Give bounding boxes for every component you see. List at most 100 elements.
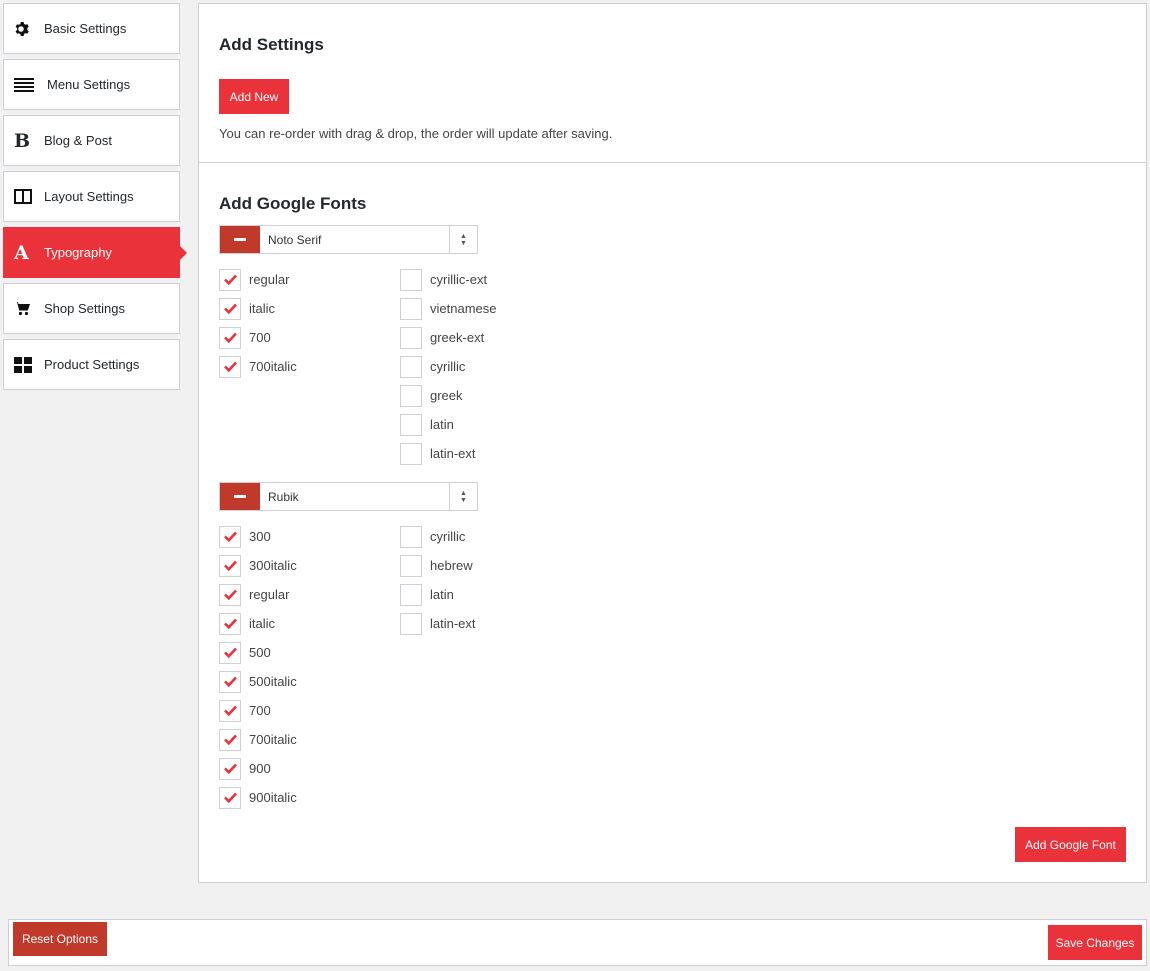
variant-option: 700 (219, 696, 297, 725)
variants-column: 300 300italic regular italic 500 500italic 700… (219, 522, 297, 812)
checkmark-icon (223, 274, 237, 285)
checkmark-icon (223, 734, 237, 745)
checkbox[interactable] (219, 297, 241, 320)
checkbox-label: regular (249, 587, 290, 602)
checkbox-label: cyrillic (430, 359, 466, 374)
minus-icon (234, 495, 246, 498)
settings-sidebar: Basic Settings Menu Settings B Blog & Po… (3, 3, 187, 395)
variant-option: 900 (219, 754, 297, 783)
select-arrows-icon: ▲ ▼ (449, 483, 477, 510)
checkbox-label: 700italic (249, 732, 297, 747)
checkbox[interactable] (219, 699, 241, 722)
font-header: Rubik ▲ ▼ (219, 482, 478, 511)
checkbox[interactable] (219, 670, 241, 693)
variant-option: 500italic (219, 667, 297, 696)
sidebar-item-blog-post[interactable]: B Blog & Post (3, 115, 180, 166)
typography-panel: Add Settings Add New You can re-order wi… (198, 3, 1147, 883)
reorder-hint: You can re-order with drag & drop, the o… (219, 126, 613, 141)
checkbox[interactable] (400, 413, 422, 436)
checkbox[interactable] (400, 442, 422, 465)
checkbox-label: vietnamese (430, 301, 497, 316)
variants-column: regular italic 700 700italic (219, 265, 297, 381)
google-font-item: Rubik ▲ ▼ 300 300italic regular italic 500 500… (219, 482, 479, 809)
subset-option: hebrew (400, 551, 476, 580)
variant-option: 700 (219, 323, 297, 352)
options-footer: Reset Options Save Changes (8, 919, 1147, 966)
checkbox-label: 300 (249, 529, 271, 544)
checkbox[interactable] (219, 355, 241, 378)
checkmark-icon (223, 705, 237, 716)
checkbox[interactable] (219, 583, 241, 606)
checkmark-icon (223, 647, 237, 658)
gear-icon (14, 20, 36, 38)
selected-font-name: Noto Serif (268, 232, 322, 247)
add-new-button[interactable]: Add New (219, 79, 289, 114)
checkbox-label: 700 (249, 330, 271, 345)
sidebar-item-label: Typography (44, 245, 112, 260)
checkbox-label: greek-ext (430, 330, 485, 345)
sidebar-item-label: Product Settings (44, 357, 140, 372)
checkmark-icon (223, 560, 237, 571)
checkbox-label: latin-ext (430, 616, 476, 631)
variant-option: 900italic (219, 783, 297, 812)
checkbox[interactable] (400, 268, 422, 291)
checkbox[interactable] (400, 297, 422, 320)
checkbox[interactable] (400, 612, 422, 635)
subset-option: latin-ext (400, 439, 496, 468)
variant-option: 300 (219, 522, 297, 551)
checkbox[interactable] (400, 384, 422, 407)
sidebar-item-basic-settings[interactable]: Basic Settings (3, 3, 180, 54)
checkbox-label: latin-ext (430, 446, 476, 461)
checkbox[interactable] (219, 612, 241, 635)
reset-options-button[interactable]: Reset Options (13, 922, 107, 956)
checkbox[interactable] (219, 757, 241, 780)
checkmark-icon (223, 763, 237, 774)
checkbox-label: cyrillic (430, 529, 466, 544)
subsets-column: cyrillic hebrew latin latin-ext (400, 522, 476, 638)
subset-option: latin (400, 580, 476, 609)
checkbox-label: latin (430, 417, 454, 432)
sidebar-item-product-settings[interactable]: Product Settings (3, 339, 180, 390)
remove-font-button[interactable] (220, 226, 260, 253)
checkbox[interactable] (400, 583, 422, 606)
menu-lines-icon (14, 76, 39, 94)
checkbox[interactable] (400, 355, 422, 378)
sidebar-item-typography[interactable]: A Typography (3, 227, 187, 278)
checkbox-label: greek (430, 388, 463, 403)
select-arrows-icon: ▲ ▼ (449, 226, 477, 253)
checkbox[interactable] (219, 554, 241, 577)
subset-option: latin (400, 410, 496, 439)
checkbox[interactable] (219, 268, 241, 291)
font-family-select[interactable]: Noto Serif ▲ ▼ (260, 226, 477, 253)
subset-option: cyrillic (400, 352, 496, 381)
save-changes-button[interactable]: Save Changes (1048, 925, 1142, 960)
checkmark-icon (223, 589, 237, 600)
sidebar-item-shop-settings[interactable]: Shop Settings (3, 283, 180, 334)
checkmark-icon (223, 531, 237, 542)
checkbox[interactable] (219, 728, 241, 751)
sidebar-item-label: Shop Settings (44, 301, 125, 316)
checkmark-icon (223, 332, 237, 343)
checkbox[interactable] (400, 525, 422, 548)
checkmark-icon (223, 618, 237, 629)
remove-font-button[interactable] (220, 483, 260, 510)
sidebar-item-layout-settings[interactable]: Layout Settings (3, 171, 180, 222)
checkbox-label: 500 (249, 645, 271, 660)
checkbox[interactable] (400, 326, 422, 349)
letter-a-icon: A (14, 241, 29, 264)
checkmark-icon (223, 792, 237, 803)
sidebar-item-label: Menu Settings (47, 77, 131, 92)
checkbox-label: hebrew (430, 558, 473, 573)
sidebar-item-label: Blog & Post (44, 133, 112, 148)
add-google-font-button[interactable]: Add Google Font (1015, 827, 1126, 862)
variant-option: 700italic (219, 352, 297, 381)
sidebar-item-label: Layout Settings (44, 189, 134, 204)
checkbox[interactable] (219, 641, 241, 664)
checkbox[interactable] (219, 525, 241, 548)
checkbox[interactable] (400, 554, 422, 577)
checkmark-icon (223, 361, 237, 372)
checkbox[interactable] (219, 326, 241, 349)
sidebar-item-menu-settings[interactable]: Menu Settings (3, 59, 180, 110)
checkbox[interactable] (219, 786, 241, 809)
font-family-select[interactable]: Rubik ▲ ▼ (260, 483, 477, 510)
